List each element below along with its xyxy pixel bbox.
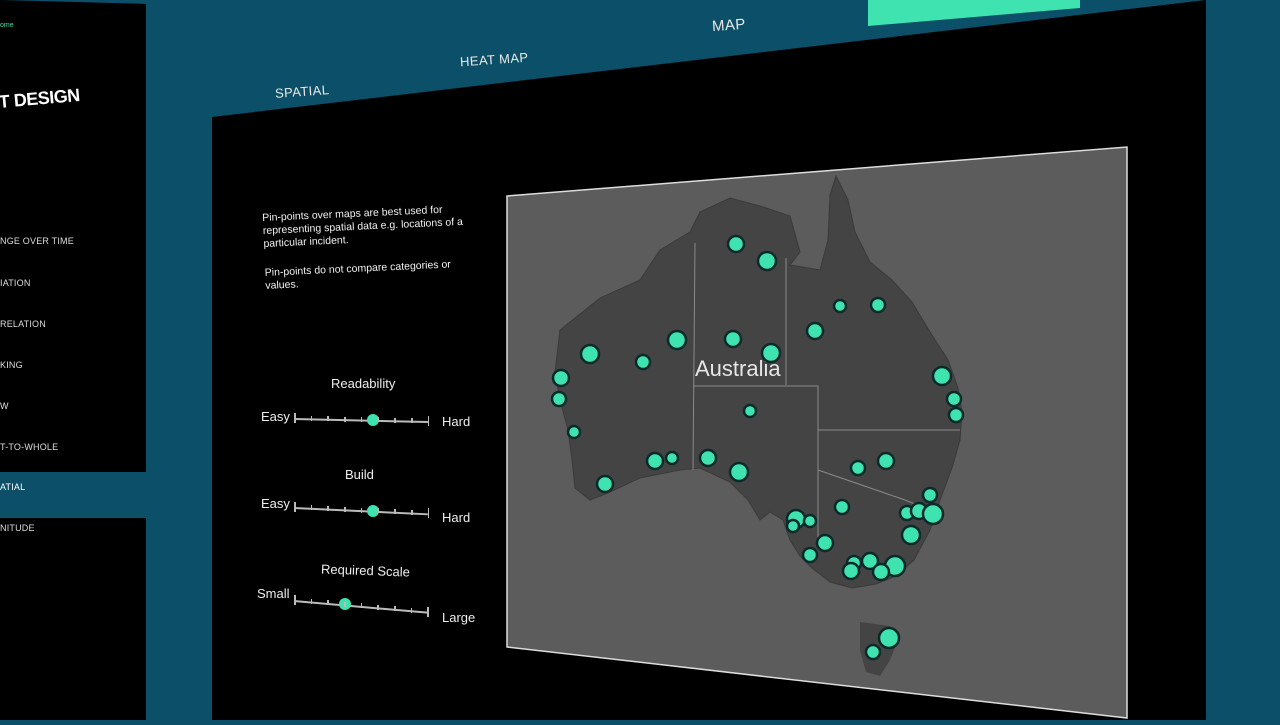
slider-tick bbox=[378, 508, 380, 513]
slider-tick bbox=[327, 416, 329, 421]
map-pin bbox=[879, 628, 899, 648]
map-pin bbox=[668, 331, 686, 349]
map-pin bbox=[647, 453, 663, 469]
slider-tick bbox=[344, 417, 346, 422]
slider-tick bbox=[361, 603, 363, 608]
map-pin bbox=[581, 345, 599, 363]
slider-tick bbox=[361, 417, 363, 422]
slider-tick bbox=[428, 416, 430, 426]
map-pin bbox=[787, 520, 799, 532]
slider-tick bbox=[327, 506, 329, 511]
map-pin bbox=[636, 355, 650, 369]
slider-tick bbox=[377, 605, 379, 610]
slider-tick bbox=[344, 602, 346, 607]
map-pin bbox=[728, 236, 744, 252]
slider-tick bbox=[411, 418, 413, 423]
map-pin bbox=[730, 463, 748, 481]
map-pin bbox=[949, 408, 963, 422]
map-pin bbox=[923, 504, 943, 524]
map-pin bbox=[553, 370, 569, 386]
map-pin bbox=[725, 331, 741, 347]
map-pin bbox=[762, 344, 780, 362]
slider-tick bbox=[427, 607, 429, 617]
map-pin bbox=[803, 548, 817, 562]
map-pin bbox=[807, 323, 823, 339]
slider-tick bbox=[378, 417, 380, 422]
slider-tick bbox=[428, 508, 430, 518]
slider-tick bbox=[294, 413, 296, 423]
map-pin bbox=[947, 392, 961, 406]
map-pin bbox=[597, 476, 613, 492]
map-pin bbox=[666, 452, 678, 464]
slider-tick bbox=[327, 600, 329, 605]
map-pin bbox=[817, 535, 833, 551]
map-pin bbox=[835, 500, 849, 514]
map-pin bbox=[866, 645, 880, 659]
map-svg: Australia bbox=[0, 0, 1280, 720]
map-pin bbox=[804, 515, 816, 527]
slider-tick bbox=[411, 510, 413, 515]
slider-tick bbox=[394, 606, 396, 611]
map-pin bbox=[758, 252, 776, 270]
slider-tick bbox=[394, 418, 396, 423]
slider-tick bbox=[361, 508, 363, 513]
slider-tick bbox=[411, 608, 413, 613]
map-pin bbox=[923, 488, 937, 502]
slider-tick bbox=[294, 502, 296, 512]
map-container: Australia bbox=[0, 0, 1280, 720]
slider-tick bbox=[311, 599, 313, 604]
map-pin bbox=[552, 392, 566, 406]
map-pin bbox=[744, 405, 756, 417]
map-pin bbox=[873, 564, 889, 580]
map-pin bbox=[878, 453, 894, 469]
map-pin bbox=[843, 563, 859, 579]
map-pin bbox=[700, 450, 716, 466]
map-pin bbox=[902, 526, 920, 544]
slider-tick bbox=[311, 505, 313, 510]
slider-tick bbox=[394, 509, 396, 514]
map-pin bbox=[871, 298, 885, 312]
map-pin bbox=[933, 367, 951, 385]
slider-tick bbox=[344, 507, 346, 512]
map-pin bbox=[568, 426, 580, 438]
slider-tick bbox=[294, 595, 296, 605]
map-pin bbox=[851, 461, 865, 475]
slider-tick bbox=[311, 416, 313, 421]
map-pin bbox=[834, 300, 846, 312]
